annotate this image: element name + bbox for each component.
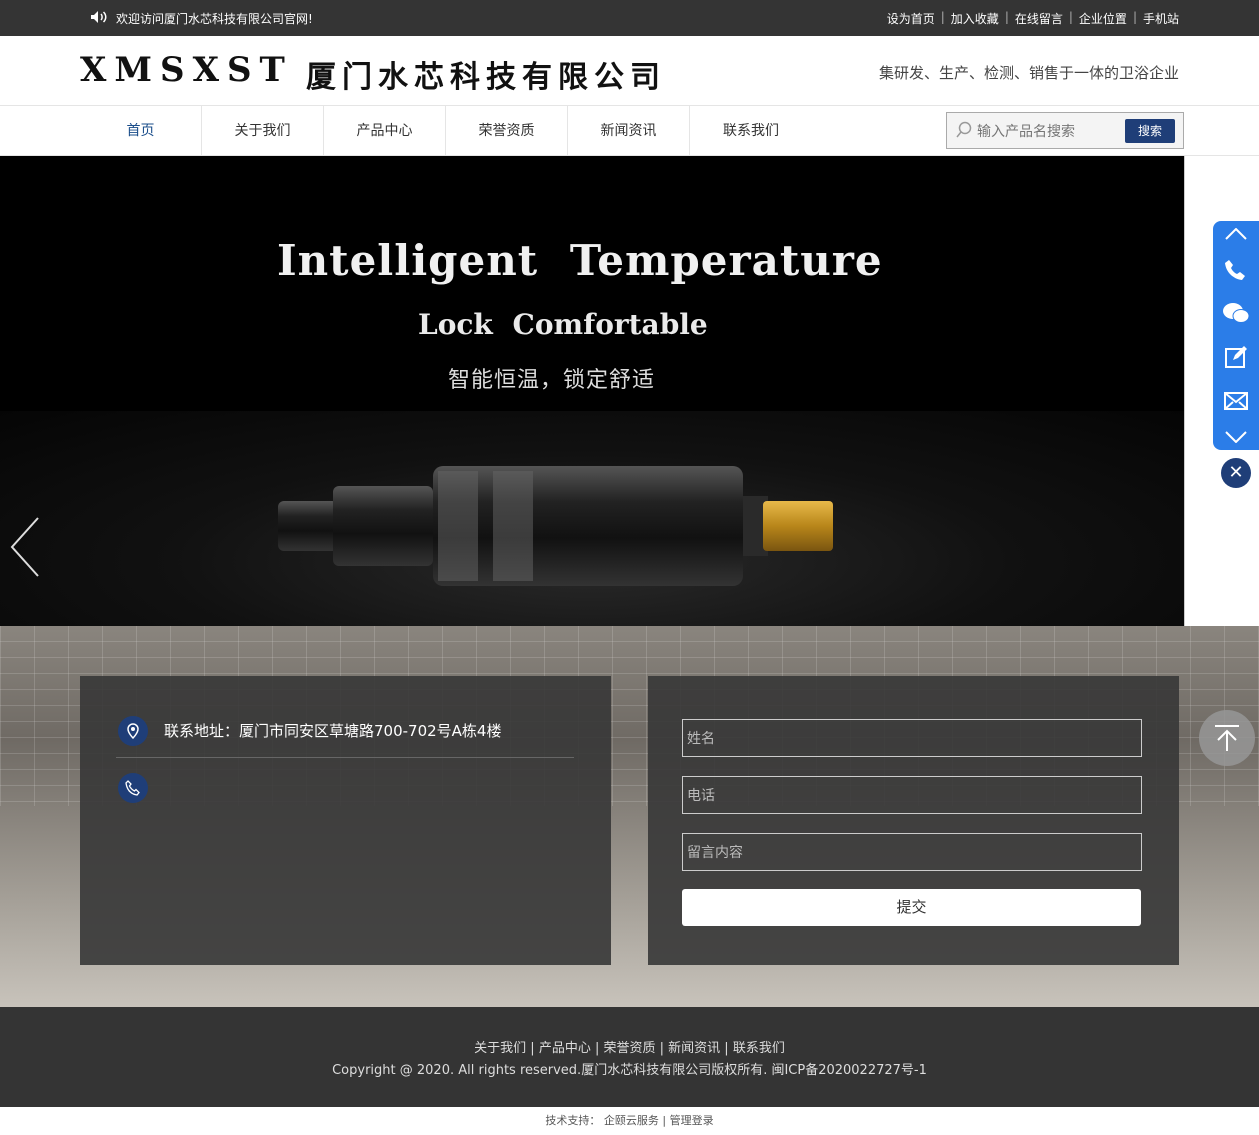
footer-link-honors[interactable]: 荣誉资质: [603, 1041, 655, 1056]
banner-divider: [1184, 156, 1185, 626]
support-vendor-link[interactable]: 企颐云服务: [604, 1114, 659, 1127]
side-scroll-up[interactable]: [1213, 221, 1259, 247]
site-header: XMSXST 厦门水芯科技有限公司 集研发、生产、检测、销售于一体的卫浴企业: [0, 36, 1259, 106]
nav-about[interactable]: 关于我们: [202, 106, 324, 156]
admin-login-link[interactable]: 管理登录: [670, 1114, 714, 1127]
welcome-message: 欢迎访问厦门水芯科技有限公司官网!: [90, 10, 313, 27]
contact-section: 联系地址：厦门市同安区草塘路700-702号A栋4楼 姓名 电话 留言内容 提交: [0, 626, 1259, 1007]
nav-honors[interactable]: 荣誉资质: [446, 106, 568, 156]
footer-link-news[interactable]: 新闻资讯: [668, 1041, 720, 1056]
search-input[interactable]: [977, 121, 1117, 141]
link-set-homepage[interactable]: 设为首页: [887, 10, 935, 27]
hero-banner: Intelligent Temperature Lock Comfortable…: [0, 156, 1184, 626]
arrow-left-icon: [10, 517, 39, 577]
nav-news[interactable]: 新闻资讯: [568, 106, 690, 156]
top-links: 设为首页 | 加入收藏 | 在线留言 | 企业位置 | 手机站: [886, 10, 1179, 27]
back-to-top-button[interactable]: [1199, 710, 1255, 766]
banner-prev-arrow[interactable]: [10, 516, 40, 578]
close-icon: ✕: [1228, 462, 1244, 483]
mail-icon: [1224, 392, 1248, 410]
footer-link-contact[interactable]: 联系我们: [733, 1041, 785, 1056]
name-field[interactable]: 姓名: [682, 719, 1142, 757]
nav-contact[interactable]: 联系我们: [690, 106, 812, 156]
side-message[interactable]: [1213, 335, 1259, 379]
side-wechat[interactable]: [1213, 291, 1259, 335]
banner-subtitle: Lock Comfortable: [418, 308, 708, 341]
search-icon: [955, 121, 973, 139]
submit-button[interactable]: 提交: [682, 889, 1141, 926]
phone-circle-icon: [118, 773, 148, 803]
nav-home[interactable]: 首页: [80, 106, 202, 156]
message-form-panel: 姓名 电话 留言内容 提交: [648, 676, 1179, 965]
contact-info-panel: 联系地址：厦门市同安区草塘路700-702号A栋4楼: [80, 676, 611, 965]
slogan: 集研发、生产、检测、销售于一体的卫浴企业: [878, 64, 1179, 82]
support-label: 技术支持：: [545, 1114, 601, 1127]
wechat-icon: [1223, 303, 1250, 323]
chevron-up-icon: [1225, 228, 1247, 240]
search-box: 搜索: [946, 112, 1184, 149]
edit-icon: [1225, 346, 1247, 368]
footer-links: 关于我们 | 产品中心 | 荣誉资质 | 新闻资讯 | 联系我们: [474, 1041, 785, 1056]
side-close-button[interactable]: ✕: [1221, 458, 1251, 488]
link-company-location[interactable]: 企业位置: [1079, 10, 1127, 27]
banner-tagline: 智能恒温，锁定舒适: [448, 368, 656, 393]
address-text: 联系地址：厦门市同安区草塘路700-702号A栋4楼: [164, 722, 502, 740]
side-email[interactable]: [1213, 379, 1259, 423]
company-name: 厦门水芯科技有限公司: [306, 60, 666, 95]
side-scroll-down[interactable]: [1213, 423, 1259, 450]
top-bar: 欢迎访问厦门水芯科技有限公司官网! 设为首页 | 加入收藏 | 在线留言 | 企业位置…: [0, 0, 1259, 36]
search-button[interactable]: 搜索: [1125, 119, 1175, 143]
footer-link-about[interactable]: 关于我们: [474, 1041, 526, 1056]
site-footer: 关于我们 | 产品中心 | 荣誉资质 | 新闻资讯 | 联系我们 Copyrig…: [0, 1007, 1259, 1107]
copyright: Copyright @ 2020. All rights reserved.厦门…: [332, 1063, 927, 1078]
link-online-message[interactable]: 在线留言: [1015, 10, 1063, 27]
tech-support-bar: 技术支持： 企颐云服务 | 管理登录: [0, 1107, 1259, 1135]
link-mobile-site[interactable]: 手机站: [1143, 10, 1179, 27]
phone-icon: [1225, 260, 1245, 280]
side-toolbar: [1213, 221, 1259, 450]
welcome-text: 欢迎访问厦门水芯科技有限公司官网!: [116, 12, 313, 26]
valve-cartridge-image: [278, 466, 833, 586]
back-to-top-icon: [1215, 725, 1239, 751]
location-icon: [118, 716, 148, 746]
nav-products[interactable]: 产品中心: [324, 106, 446, 156]
link-add-favorite[interactable]: 加入收藏: [951, 10, 999, 27]
phone-field[interactable]: 电话: [682, 776, 1142, 814]
speaker-icon: [90, 10, 108, 27]
side-phone[interactable]: [1213, 247, 1259, 291]
message-field[interactable]: 留言内容: [682, 833, 1142, 871]
main-nav: 首页 关于我们 产品中心 荣誉资质 新闻资讯 联系我们 搜索: [0, 106, 1259, 156]
banner-title: Intelligent Temperature: [277, 236, 883, 285]
chevron-down-icon: [1225, 430, 1247, 443]
logo[interactable]: XMSXST: [80, 50, 293, 90]
footer-link-products[interactable]: 产品中心: [539, 1041, 591, 1056]
